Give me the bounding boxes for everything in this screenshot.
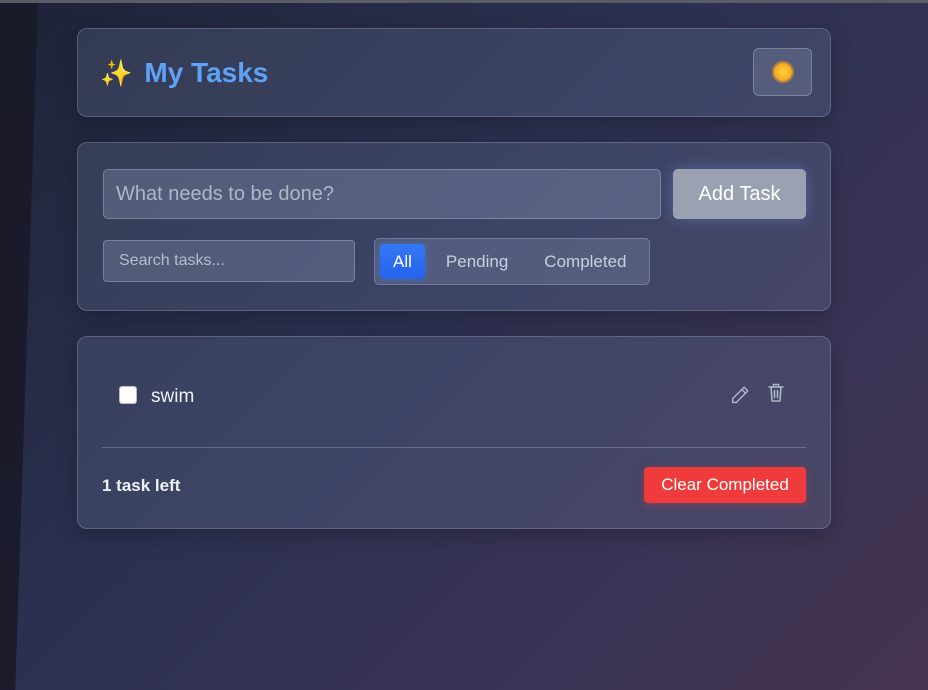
page-title-text: My Tasks — [144, 57, 269, 88]
page-title: ✨ My Tasks — [100, 57, 268, 89]
composer-card: Add Task All Pending Completed — [77, 142, 831, 311]
left-edge-panel — [0, 3, 38, 690]
task-list-card: swim 1 task left Clear Completed — [77, 336, 831, 529]
search-input[interactable] — [103, 240, 355, 282]
theme-toggle-button[interactable] — [753, 48, 812, 96]
new-task-input[interactable] — [103, 169, 661, 219]
task-complete-checkbox[interactable] — [119, 386, 137, 404]
header-card: ✨ My Tasks — [77, 28, 831, 117]
edit-pencil-icon[interactable] — [729, 384, 751, 406]
window-top-border — [0, 0, 928, 3]
sun-icon — [773, 63, 792, 81]
add-task-button[interactable]: Add Task — [673, 169, 806, 219]
list-divider — [102, 447, 806, 448]
filter-pending-button[interactable]: Pending — [432, 244, 522, 279]
tasks-left-counter: 1 task left — [102, 476, 181, 495]
sparkles-icon: ✨ — [100, 57, 133, 88]
filter-completed-button[interactable]: Completed — [530, 244, 640, 279]
task-item: swim — [102, 357, 806, 437]
clear-completed-button[interactable]: Clear Completed — [644, 467, 806, 503]
filter-tabs: All Pending Completed — [374, 238, 650, 285]
task-text: swim — [151, 386, 195, 407]
trash-icon[interactable] — [766, 382, 786, 404]
filter-all-button[interactable]: All — [380, 244, 425, 279]
